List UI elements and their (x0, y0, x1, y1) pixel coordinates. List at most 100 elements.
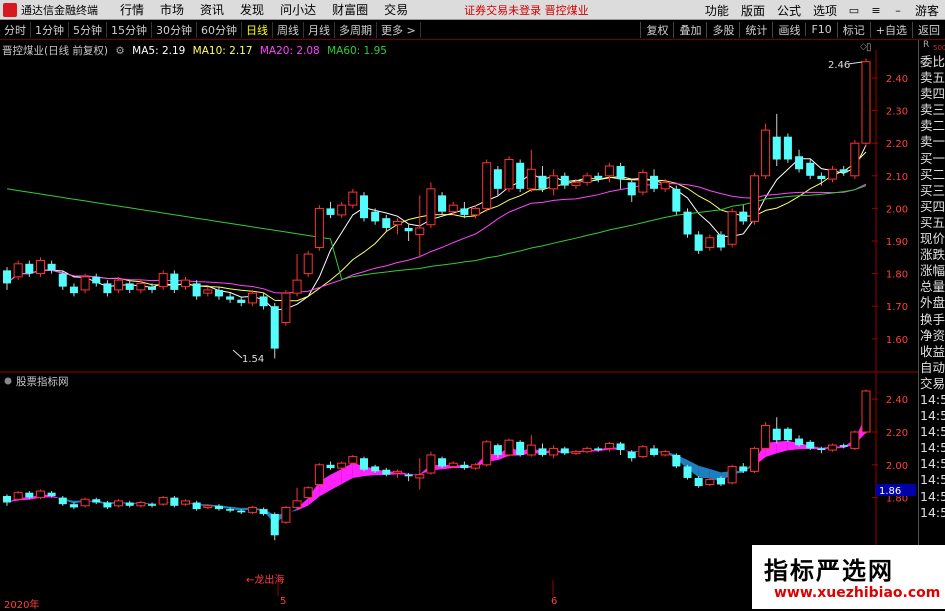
period-tab-more[interactable]: 更多 > (377, 21, 421, 38)
sidebar-item[interactable]: 卖三 (919, 102, 945, 118)
sub-kline-candle (35, 490, 45, 499)
sidebar-item[interactable]: 涨跌 (919, 247, 945, 263)
menu-item-layout[interactable]: 版面 (735, 2, 771, 19)
kline-candle (716, 234, 725, 248)
sub-kline-candle (828, 444, 838, 451)
tool-button-mark[interactable]: 标记 (836, 21, 870, 38)
sidebar-item[interactable]: 卖二 (919, 118, 945, 134)
tool-button-watchlist[interactable]: +自选 (869, 21, 912, 38)
sidebar-item[interactable]: 14:56 (919, 392, 945, 408)
period-tab[interactable]: 1分钟 (31, 21, 69, 38)
period-tab[interactable]: 15分钟 (107, 21, 152, 38)
period-tab[interactable]: 30分钟 (152, 21, 197, 38)
period-tab-daily[interactable]: 日线 (242, 21, 273, 38)
sidebar-item[interactable]: 买五 (919, 215, 945, 231)
menu-item-formula[interactable]: 公式 (771, 2, 807, 19)
sidebar-item[interactable]: 14:56 (919, 472, 945, 488)
sub-kline-candle (817, 448, 826, 451)
menu-item-options[interactable]: 选项 (807, 2, 843, 19)
sidebar-item[interactable]: 买三 (919, 183, 945, 199)
sidebar-item[interactable]: 买一 (919, 151, 945, 167)
sidebar-item[interactable]: 委比 (919, 54, 945, 70)
menu-item-news[interactable]: 资讯 (192, 1, 232, 18)
sidebar-item[interactable]: 卖一 (919, 134, 945, 150)
sub-y-tick-label: 2.00 (886, 461, 908, 472)
sidebar-item[interactable]: 买四 (919, 199, 945, 215)
sidebar-item[interactable]: 换手 (919, 312, 945, 328)
login-warning[interactable]: 证券交易未登录 晋控煤业 (464, 2, 589, 18)
kline-chart[interactable]: 2.40 2.30 2.20 2.10 2.00 1.90 1.80 1.70 1.60 2.4… (0, 40, 918, 596)
sidebar-item[interactable]: 14:56 (919, 505, 945, 521)
sidebar-item[interactable]: 收益 (919, 344, 945, 360)
indicator-title[interactable]: 股票指标网 (16, 375, 69, 388)
menu-item-discover[interactable]: 发现 (232, 1, 272, 18)
sidebar-item[interactable]: 交易 (919, 376, 945, 392)
kline-candle (471, 207, 481, 216)
tool-button-draw[interactable]: 画线 (772, 21, 805, 38)
tool-button-f10[interactable]: F10 (805, 23, 836, 36)
period-tab[interactable]: 月线 (304, 21, 335, 38)
sidebar-item[interactable]: 14:56 (919, 408, 945, 424)
menu-item-wealth[interactable]: 财富圈 (324, 1, 376, 18)
period-tab[interactable]: 周线 (273, 21, 304, 38)
sub-kline-candle (247, 506, 257, 513)
panel-toggle-icon[interactable]: ▯ (866, 42, 872, 53)
sidebar-item[interactable]: 买二 (919, 167, 945, 183)
sub-kline-candle (560, 448, 569, 454)
sidebar-item[interactable]: 14:56 (919, 424, 945, 440)
sub-kline-candle (482, 441, 492, 466)
sidebar-item[interactable]: 自动 (919, 360, 945, 376)
kline-candle (69, 286, 78, 294)
sidebar-item[interactable]: 净资 (919, 328, 945, 344)
menu-item-trade[interactable]: 交易 (376, 1, 416, 18)
kline-candle (359, 195, 369, 219)
sidebar-item[interactable]: 涨幅 (919, 263, 945, 279)
sub-kline-candle (672, 454, 681, 467)
period-tab[interactable]: 5分钟 (69, 21, 107, 38)
period-tab[interactable]: 60分钟 (197, 21, 242, 38)
period-tab[interactable]: 分时 (0, 21, 31, 38)
menu-item-function[interactable]: 功能 (699, 2, 735, 19)
menu-item-ask[interactable]: 问小达 (272, 1, 324, 18)
sidebar-item[interactable]: 卖五 (919, 70, 945, 86)
tool-button-overlay[interactable]: 叠加 (673, 21, 706, 38)
menu-item-market-board[interactable]: 市场 (152, 1, 192, 18)
kline-candle (438, 195, 447, 212)
settings-icon[interactable] (4, 377, 12, 385)
low-price-label: 1.54 (242, 354, 264, 365)
y-tick-label: 2.30 (886, 107, 908, 118)
sub-kline-candle (504, 439, 514, 456)
sidebar-item[interactable]: 总量 (919, 279, 945, 295)
sub-kline-candle (2, 495, 12, 503)
period-toolbar: 分时 1分钟 5分钟 15分钟 30分钟 60分钟 日线 周线 月线 多周期 更… (0, 20, 945, 40)
kline-candle (382, 218, 391, 228)
tool-button-adjust[interactable]: 复权 (640, 21, 673, 38)
guest-label[interactable]: 游客 (909, 2, 945, 19)
period-tab[interactable]: 多周期 (335, 21, 377, 38)
tool-button-multi[interactable]: 多股 (706, 21, 739, 38)
sub-kline-candle (214, 505, 223, 510)
sidebar-item[interactable]: 卖四 (919, 86, 945, 102)
kline-candle (672, 188, 681, 212)
kline-candle (460, 208, 469, 215)
kline-candle (650, 175, 659, 189)
kline-candle (247, 292, 257, 304)
date-label: 5 (280, 596, 287, 607)
sidebar-item[interactable]: 外盘 (919, 295, 945, 311)
kline-candle (850, 142, 860, 177)
menu-icon[interactable]: ≡ (865, 4, 887, 17)
kline-candle (616, 166, 625, 180)
sub-kline-candle (460, 464, 469, 469)
sidebar-item[interactable]: 现价 (919, 231, 945, 247)
ma20-line (6, 182, 867, 294)
menu-item-market[interactable]: 行情 (112, 1, 152, 18)
kline-candle (226, 296, 235, 300)
sidebar-item[interactable]: 14:56 (919, 440, 945, 456)
tool-button-stats[interactable]: 统计 (739, 21, 772, 38)
window-icon[interactable]: ▭ (843, 4, 865, 17)
minimize-icon[interactable]: – (887, 4, 909, 17)
sidebar-item[interactable]: 14:56 (919, 489, 945, 505)
tool-button-back[interactable]: 返回 (912, 21, 945, 38)
sub-kline-candle (806, 441, 815, 449)
sidebar-item[interactable]: 14:56 (919, 456, 945, 472)
